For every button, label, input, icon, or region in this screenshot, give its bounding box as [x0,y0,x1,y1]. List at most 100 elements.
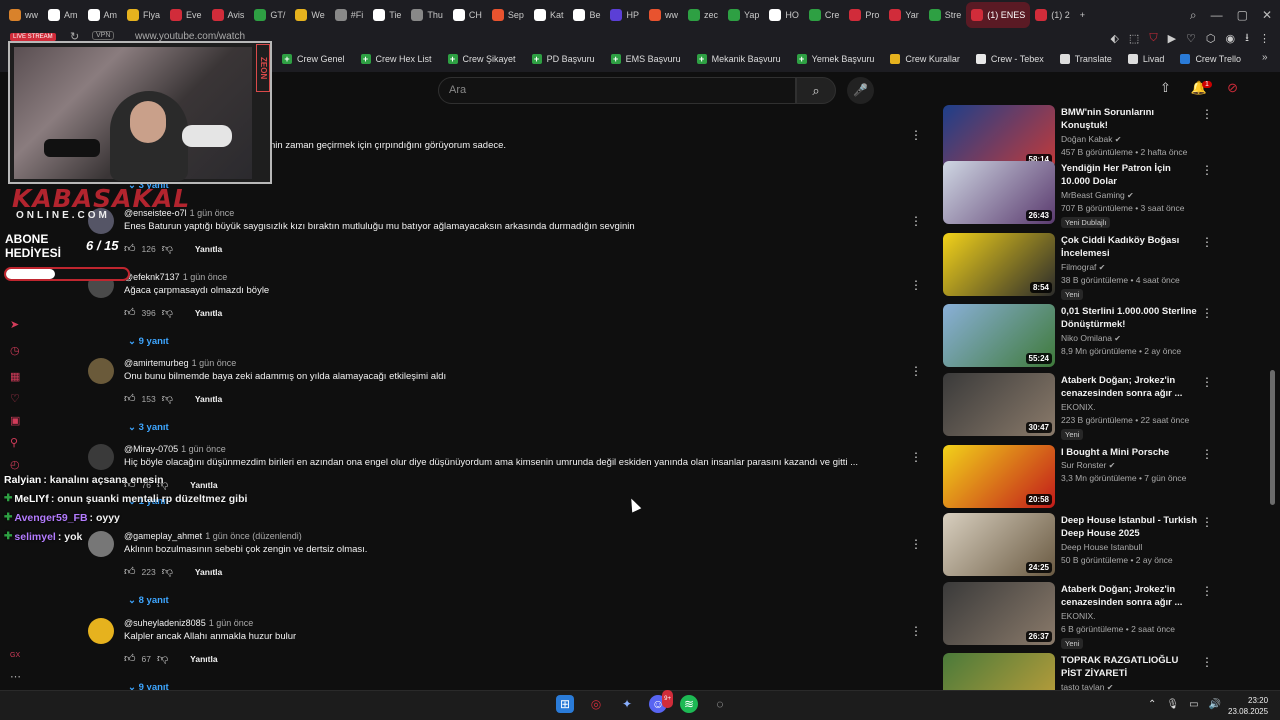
browser-tab[interactable]: ww [644,2,683,28]
browser-tab[interactable]: Avis [207,2,250,28]
channel-name[interactable]: EKONIX. [1061,402,1095,412]
video-thumbnail[interactable]: 8:54 [943,233,1055,296]
browser-tab[interactable]: CH [448,2,487,28]
bookmark-item[interactable]: Crew Kurallar [890,54,960,64]
reply-button[interactable]: Yanıtla [195,394,222,404]
speaker-icon[interactable]: 🔊 [1209,699,1221,710]
avatar[interactable] [88,618,114,644]
box-icon[interactable]: ▣ [10,416,21,427]
browser-tab[interactable]: Flya [122,2,165,28]
chevron-up-icon[interactable]: ⌃ [1148,699,1156,710]
heart-icon[interactable]: ♡ [1186,32,1196,45]
heart-icon[interactable]: ♡ [10,394,21,405]
video-menu-icon[interactable]: ⋮ [1201,655,1213,669]
search-input[interactable]: Ara [438,77,796,104]
app-icon[interactable]: ✦ [618,695,636,713]
more-icon[interactable]: ⋯ [10,672,21,683]
download-icon[interactable]: ⭳ [1245,29,1249,48]
discord-icon[interactable]: ☺ 9+ [649,690,673,713]
video-title[interactable]: 0,01 Sterlini 1.000.000 Sterline Dönüştü… [1061,305,1201,331]
like-icon[interactable]: 👍︎ [124,565,136,578]
video-thumbnail[interactable]: 30:47 [943,373,1055,436]
reply-button[interactable]: Yanıtla [195,244,222,254]
opera-gx-icon[interactable]: ◎ [587,695,605,713]
upload-icon[interactable]: ⇧ [1160,80,1171,96]
browser-tab[interactable]: HO [764,2,804,28]
video-thumbnail[interactable]: 55:24 [943,304,1055,367]
video-menu-icon[interactable]: ⋮ [1201,163,1213,177]
bookmark-item[interactable]: Crew Trello [1180,54,1241,64]
play-icon[interactable]: ▶ [1168,32,1176,45]
video-thumbnail[interactable]: 20:58 [943,445,1055,508]
dislike-icon[interactable]: 👎︎ [162,306,173,319]
close-icon[interactable]: ✕ [1262,8,1272,22]
new-tab-button[interactable]: + [1075,2,1090,28]
bookmark-item[interactable]: + Yemek Başvuru [796,54,874,64]
browser-tab[interactable]: Am [43,2,83,28]
browser-tab[interactable]: HP [605,2,644,28]
comment-author[interactable]: @efeknk7137 [124,272,180,282]
video-thumbnail[interactable]: 58:14 [943,105,1055,168]
browser-tab[interactable]: (1) 2 [1030,2,1075,28]
avatar[interactable] [88,358,114,384]
video-thumbnail[interactable]: 24:25 [943,513,1055,576]
scrollbar[interactable] [1270,370,1275,505]
video-title[interactable]: BMW'nin Sorunlarını Konuştuk! [1061,106,1201,132]
windows-start-icon[interactable]: ⊞ [556,695,574,713]
video-menu-icon[interactable]: ⋮ [1201,447,1213,461]
view-replies-button[interactable]: ⌄ 3 yanıt [128,422,169,433]
video-menu-icon[interactable]: ⋮ [1201,107,1213,121]
comment-author[interactable]: @amirtemurbeg [124,358,189,368]
video-menu-icon[interactable]: ⋮ [1201,235,1213,249]
screenshot-icon[interactable]: ⬚ [1129,32,1139,45]
comment-menu-icon[interactable]: ⋮ [910,364,922,378]
bookmark-item[interactable]: Livad [1127,54,1164,64]
browser-tab[interactable]: Kat [529,2,569,28]
like-icon[interactable]: 👍︎ [124,242,136,255]
menu-icon[interactable]: ⋮ [1259,32,1270,45]
comment-menu-icon[interactable]: ⋮ [910,450,922,464]
bookmark-item[interactable]: Crew - Tebex [975,54,1044,64]
comment-menu-icon[interactable]: ⋮ [910,278,922,292]
bookmarks-overflow-icon[interactable]: » [1262,52,1268,63]
browser-tab[interactable]: We [290,2,329,28]
video-menu-icon[interactable]: ⋮ [1201,375,1213,389]
channel-name[interactable]: MrBeast Gaming ✔ [1061,190,1134,200]
display-icon[interactable]: ▭ [1189,699,1198,710]
comment-author[interactable]: @Miray-0705 [124,444,178,454]
search-button[interactable]: ⌕ [796,77,836,104]
browser-tab[interactable]: Yar [884,2,923,28]
comment-menu-icon[interactable]: ⋮ [910,537,922,551]
spotify-icon[interactable]: ≋ [680,695,698,713]
bookmark-item[interactable]: + Mekanik Başvuru [696,54,781,64]
browser-tab[interactable]: Eve [165,2,207,28]
comment-menu-icon[interactable]: ⋮ [910,214,922,228]
browser-tab[interactable]: Tie [368,2,406,28]
dislike-icon[interactable]: 👎︎ [162,392,173,405]
video-menu-icon[interactable]: ⋮ [1201,306,1213,320]
shield-icon[interactable]: ⛉ [1149,32,1157,45]
dislike-icon[interactable]: 👎︎ [162,565,173,578]
reply-button[interactable]: Yanıtla [195,567,222,577]
channel-name[interactable]: Sur Ronster ✔ [1061,460,1115,470]
view-replies-button[interactable]: ⌄ 8 yanıt [128,595,169,606]
maximize-icon[interactable]: ▢ [1237,8,1248,22]
video-title[interactable]: Yendiğin Her Patron İçin 10.000 Dolar [1061,162,1201,188]
bookmark-item[interactable]: + PD Başvuru [531,54,595,64]
comment-menu-icon[interactable]: ⋮ [910,624,922,638]
profile-icon[interactable]: ◉ [1226,32,1236,45]
video-menu-icon[interactable]: ⋮ [1201,584,1213,598]
browser-tab[interactable]: #Fi [330,2,369,28]
browser-tab[interactable]: Am [83,2,123,28]
bookmark-item[interactable]: + EMS Başvuru [610,54,681,64]
browser-tab[interactable]: Pro [844,2,884,28]
send-icon[interactable]: ➤ [10,320,21,331]
vpn-badge[interactable]: VPN [92,31,115,40]
comment-author[interactable]: @suheyladeniz8085 [124,618,206,628]
microphone-icon[interactable]: 🎙 [1166,699,1179,710]
search-tabs-icon[interactable]: ⌕ [1190,8,1197,23]
dislike-icon[interactable]: 👎︎ [162,242,173,255]
minimize-icon[interactable]: — [1211,8,1223,22]
gx-icon[interactable]: GX [10,650,21,661]
video-title[interactable]: Çok Ciddi Kadıköy Boğası İncelemesi [1061,234,1201,260]
